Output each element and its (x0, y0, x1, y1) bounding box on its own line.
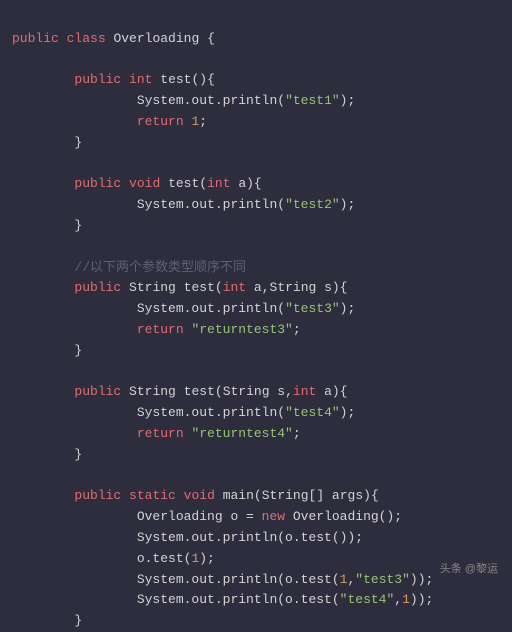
indent (12, 114, 137, 129)
method-name: test (160, 72, 191, 87)
brace-close: } (74, 613, 82, 628)
method-sig: a){ (231, 176, 262, 191)
stmt-end: )); (410, 592, 433, 607)
keyword-void: void (129, 176, 160, 191)
paren: ( (215, 280, 223, 295)
keyword-int: int (223, 280, 246, 295)
indent (12, 530, 137, 545)
comment: //以下两个参数类型顺序不同 (74, 260, 246, 275)
brace-close: } (74, 135, 82, 150)
stmt: System.out.println( (137, 405, 285, 420)
indent (12, 488, 74, 503)
keyword-return: return (137, 322, 184, 337)
type-string: String (129, 384, 176, 399)
indent (12, 197, 137, 212)
indent (12, 405, 137, 420)
indent (12, 218, 74, 233)
string-literal: "test3" (355, 572, 410, 587)
keyword-public: public (74, 176, 121, 191)
string-literal: "test4" (340, 592, 395, 607)
indent (12, 322, 137, 337)
stmt: System.out.println( (137, 197, 285, 212)
brace-close: } (74, 447, 82, 462)
method-sig: a,String s){ (246, 280, 347, 295)
method-sig: a){ (316, 384, 347, 399)
indent (12, 447, 74, 462)
indent (12, 572, 137, 587)
method-sig: (){ (191, 72, 214, 87)
stmt: Overloading(); (285, 509, 402, 524)
semicolon: ; (293, 426, 301, 441)
string-literal: "test4" (285, 405, 340, 420)
paren: ( (199, 176, 207, 191)
keyword-class: class (67, 31, 106, 46)
stmt: System.out.println( (137, 93, 285, 108)
brace-close: } (74, 218, 82, 233)
indent (12, 613, 74, 628)
method-sig: (String s, (215, 384, 293, 399)
stmt-end: ); (340, 197, 356, 212)
indent (12, 551, 137, 566)
string-literal: "returntest4" (184, 426, 293, 441)
indent (12, 176, 74, 191)
keyword-int: int (129, 72, 152, 87)
keyword-static: static (129, 488, 176, 503)
indent (12, 509, 137, 524)
method-main: main (223, 488, 254, 503)
keyword-public: public (74, 384, 121, 399)
method-name: test (168, 176, 199, 191)
string-literal: "test2" (285, 197, 340, 212)
stmt: System.out.println(o.test( (137, 572, 340, 587)
brace-close: } (74, 343, 82, 358)
indent (12, 260, 74, 275)
stmt-end: ); (340, 301, 356, 316)
stmt-end: )); (410, 572, 433, 587)
string-literal: "returntest3" (184, 322, 293, 337)
stmt: System.out.println(o.test()); (137, 530, 363, 545)
indent (12, 592, 137, 607)
number-literal: 1 (184, 114, 200, 129)
string-literal: "test1" (285, 93, 340, 108)
keyword-return: return (137, 114, 184, 129)
semicolon: ; (293, 322, 301, 337)
code-editor[interactable]: public class Overloading { public int te… (12, 8, 500, 632)
comma: , (394, 592, 402, 607)
stmt-end: ); (340, 405, 356, 420)
brace: { (199, 31, 215, 46)
keyword-new: new (262, 509, 285, 524)
stmt: System.out.println(o.test( (137, 592, 340, 607)
indent (12, 72, 74, 87)
keyword-public: public (74, 280, 121, 295)
indent (12, 93, 137, 108)
keyword-public: public (74, 488, 121, 503)
stmt: o.test( (137, 551, 192, 566)
indent (12, 426, 137, 441)
indent (12, 135, 74, 150)
method-name: test (184, 280, 215, 295)
keyword-return: return (137, 426, 184, 441)
semicolon: ; (199, 114, 207, 129)
indent (12, 384, 74, 399)
class-name: Overloading (113, 31, 199, 46)
keyword-void: void (184, 488, 215, 503)
method-name: test (184, 384, 215, 399)
keyword-int: int (207, 176, 230, 191)
indent (12, 301, 137, 316)
method-sig: (String[] args){ (254, 488, 379, 503)
stmt: Overloading o = (137, 509, 262, 524)
watermark: 头条 @黎运 (440, 561, 498, 579)
stmt-end: ); (199, 551, 215, 566)
indent (12, 280, 74, 295)
number-literal: 1 (402, 592, 410, 607)
keyword-public: public (12, 31, 59, 46)
keyword-public: public (74, 72, 121, 87)
keyword-int: int (293, 384, 316, 399)
type-string: String (129, 280, 176, 295)
stmt: System.out.println( (137, 301, 285, 316)
indent (12, 343, 74, 358)
string-literal: "test3" (285, 301, 340, 316)
stmt-end: ); (340, 93, 356, 108)
